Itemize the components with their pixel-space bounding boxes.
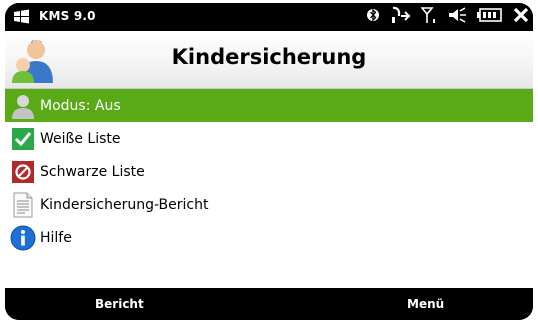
report-document-icon: [8, 190, 38, 220]
volume-icon[interactable]: [447, 6, 467, 28]
close-icon[interactable]: [513, 7, 529, 27]
system-tray: [367, 6, 529, 28]
list-item-hilfe[interactable]: Hilfe: [5, 221, 533, 254]
bluetooth-icon[interactable]: [367, 7, 379, 27]
list-item-label: Modus: Aus: [40, 97, 121, 114]
person-grey-icon: [8, 91, 38, 121]
device-screen: KMS 9.0 Kindersicherung Modus: Aus Weiße…: [5, 3, 533, 320]
list-item-label: Schwarze Liste: [40, 163, 145, 180]
list-item-schwarze-liste[interactable]: Schwarze Liste: [5, 155, 533, 188]
info-icon: [8, 223, 38, 253]
softkey-left-bericht[interactable]: Bericht: [95, 297, 144, 311]
status-bar: KMS 9.0: [5, 3, 533, 31]
list-item-label: Kindersicherung-Bericht: [40, 196, 209, 213]
battery-icon[interactable]: [477, 7, 503, 27]
page-header: Kindersicherung: [5, 31, 533, 89]
list-item-label: Hilfe: [40, 229, 72, 246]
list-item-modus[interactable]: Modus: Aus: [5, 89, 533, 122]
menu-list: Modus: Aus Weiße Liste Schwarze Liste Ki…: [5, 89, 533, 288]
list-item-bericht[interactable]: Kindersicherung-Bericht: [5, 188, 533, 221]
network-sync-icon[interactable]: [389, 6, 411, 28]
app-title: KMS 9.0: [39, 9, 96, 23]
checkmark-icon: [8, 124, 38, 154]
list-item-weisse-liste[interactable]: Weiße Liste: [5, 122, 533, 155]
windows-start-icon[interactable]: [13, 9, 31, 25]
signal-icon[interactable]: [420, 6, 437, 28]
softkey-right-menu[interactable]: Menü: [407, 297, 444, 311]
page-title: Kindersicherung: [171, 45, 367, 69]
blocked-icon: [8, 157, 38, 187]
softkey-bar: Bericht Menü: [5, 288, 533, 320]
list-item-label: Weiße Liste: [40, 130, 121, 147]
